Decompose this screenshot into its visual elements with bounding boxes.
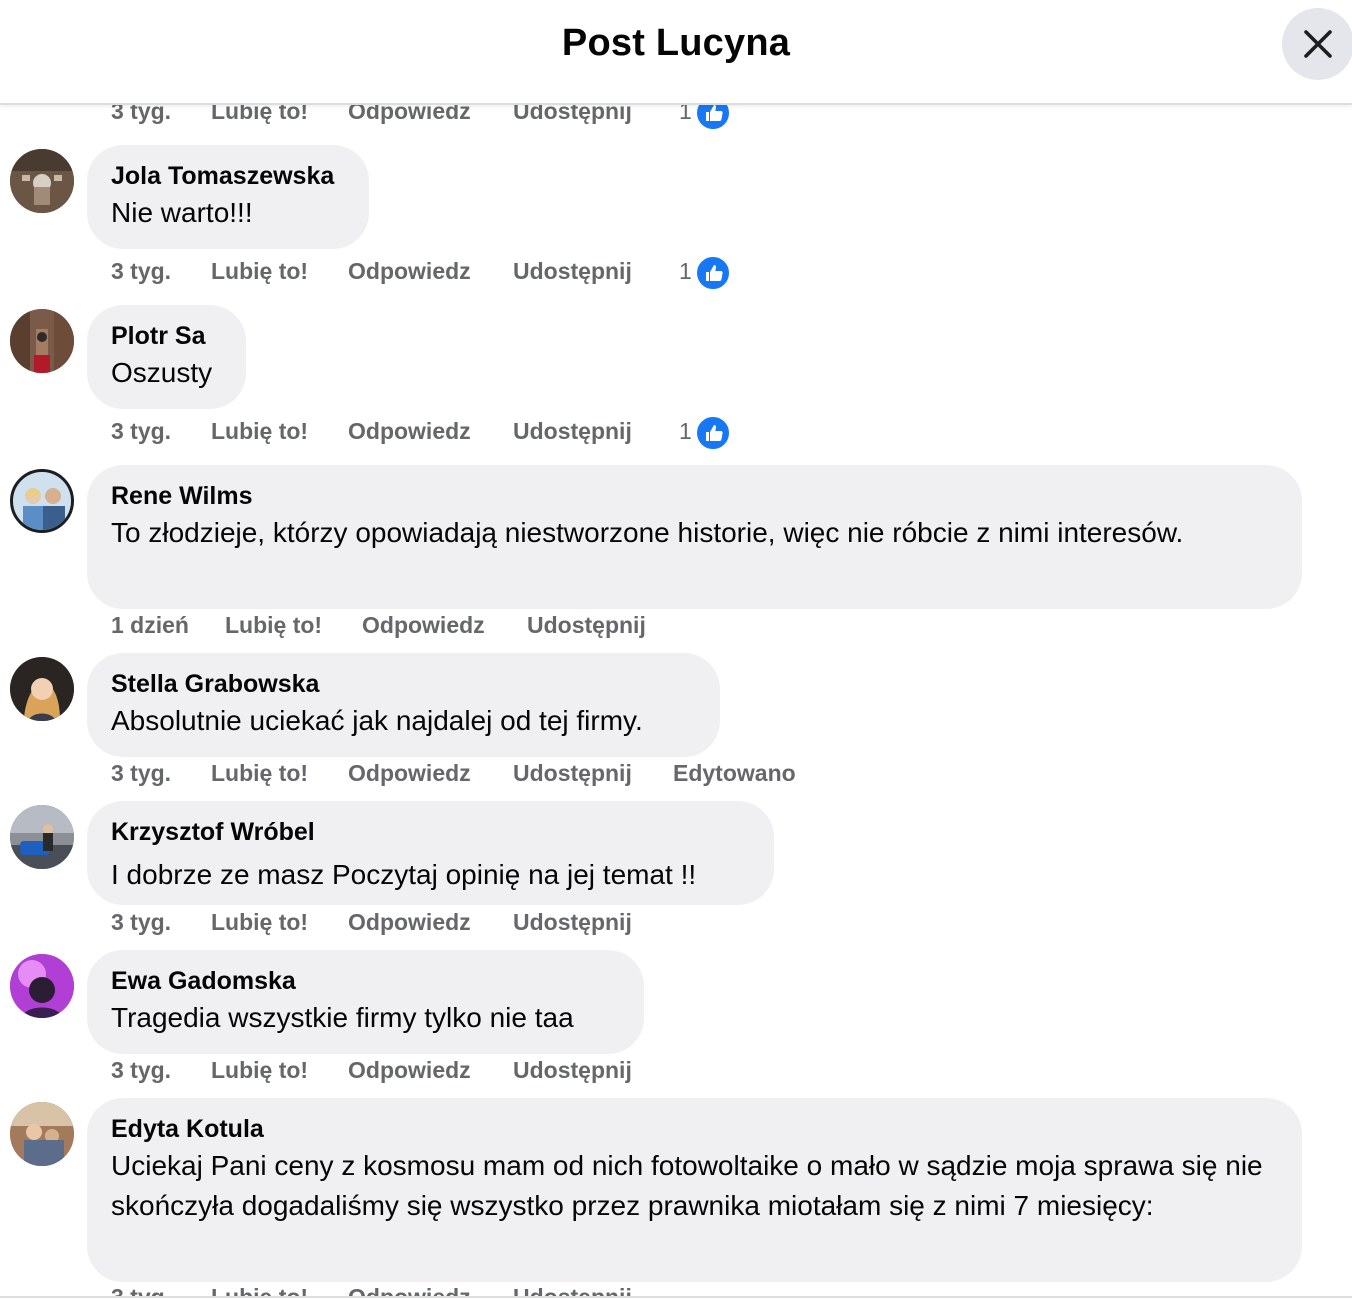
- dialog-header: Post Lucyna: [0, 0, 1352, 105]
- reply-button[interactable]: Odpowiedz: [348, 760, 471, 787]
- reply-button[interactable]: Odpowiedz: [348, 258, 471, 285]
- comment-bubble: Plotr Sa Oszusty: [87, 305, 246, 409]
- reply-button[interactable]: Odpowiedz: [348, 418, 471, 445]
- avatar[interactable]: [10, 1102, 74, 1166]
- comment-bubble: Jola Tomaszewska Nie warto!!!: [87, 145, 369, 249]
- comment-text: Absolutnie uciekać jak najdalej od tej f…: [111, 705, 643, 736]
- like-button[interactable]: Lubię to!: [211, 1057, 308, 1084]
- comment-author[interactable]: Stella Grabowska: [111, 669, 696, 699]
- comment-bubble: Krzysztof Wróbel I dobrze ze masz Poczyt…: [87, 801, 774, 905]
- comment-time[interactable]: 3 tyg.: [111, 909, 171, 936]
- comment-author[interactable]: Krzysztof Wróbel: [111, 817, 750, 847]
- comment-time[interactable]: 1 dzień: [111, 612, 189, 639]
- comment-text: Oszusty: [111, 357, 213, 388]
- comment-author[interactable]: Ewa Gadomska: [111, 966, 620, 996]
- comment-text: Tragedia wszystkie firmy tylko nie taa: [111, 1002, 574, 1033]
- thumbs-up-icon: [695, 415, 731, 451]
- like-button[interactable]: Lubię to!: [211, 258, 308, 285]
- comment-author[interactable]: Edyta Kotula: [111, 1114, 1278, 1144]
- share-button[interactable]: Udostępnij: [513, 760, 632, 787]
- share-button[interactable]: Udostępnij: [513, 418, 632, 445]
- comment-time[interactable]: 3 tyg.: [111, 418, 171, 445]
- comment-time[interactable]: 3 tyg.: [111, 760, 171, 787]
- like-count: 1: [679, 258, 692, 284]
- avatar[interactable]: [10, 149, 74, 213]
- comment-bubble: Rene Wilms To złodzieje, którzy opowiada…: [87, 465, 1302, 609]
- comments-feed: 3 tyg. Lubię to! Odpowiedz Udostępnij 1 …: [0, 0, 1352, 1300]
- like-count: 1: [679, 418, 692, 444]
- bottom-divider: [0, 1296, 1352, 1300]
- comment-text: I dobrze ze masz Poczytaj opinię na jej …: [111, 859, 697, 890]
- share-button[interactable]: Udostępnij: [527, 612, 646, 639]
- comment-time[interactable]: 3 tyg.: [111, 258, 171, 285]
- avatar[interactable]: [10, 805, 74, 869]
- close-icon: [1304, 30, 1332, 58]
- like-button[interactable]: Lubię to!: [225, 612, 322, 639]
- avatar[interactable]: [10, 954, 74, 1018]
- edited-label[interactable]: Edytowano: [673, 760, 796, 787]
- comment-author[interactable]: Jola Tomaszewska: [111, 161, 345, 191]
- thumbs-up-icon: [695, 255, 731, 291]
- like-button[interactable]: Lubię to!: [211, 760, 308, 787]
- comment-bubble: Edyta Kotula Uciekaj Pani ceny z kosmosu…: [87, 1098, 1302, 1282]
- share-button[interactable]: Udostępnij: [513, 909, 632, 936]
- page-title: Post Lucyna: [561, 22, 791, 64]
- avatar[interactable]: [10, 309, 74, 373]
- reply-button[interactable]: Odpowiedz: [348, 1057, 471, 1084]
- comment-text: To złodzieje, którzy opowiadają niestwor…: [111, 517, 1184, 548]
- share-button[interactable]: Udostępnij: [513, 1057, 632, 1084]
- share-button[interactable]: Udostępnij: [513, 258, 632, 285]
- comment-author[interactable]: Rene Wilms: [111, 481, 1278, 511]
- comment-bubble: Ewa Gadomska Tragedia wszystkie firmy ty…: [87, 950, 644, 1054]
- close-button[interactable]: [1282, 8, 1352, 80]
- like-button[interactable]: Lubię to!: [211, 909, 308, 936]
- avatar[interactable]: [10, 469, 74, 533]
- comment-bubble: Stella Grabowska Absolutnie uciekać jak …: [87, 653, 720, 757]
- comment-text: Uciekaj Pani ceny z kosmosu mam od nich …: [111, 1150, 1263, 1221]
- avatar[interactable]: [10, 657, 74, 721]
- reply-button[interactable]: Odpowiedz: [348, 909, 471, 936]
- comment-time[interactable]: 3 tyg.: [111, 1057, 171, 1084]
- comment-text: Nie warto!!!: [111, 197, 253, 228]
- comment-author[interactable]: Plotr Sa: [111, 321, 222, 351]
- like-button[interactable]: Lubię to!: [211, 418, 308, 445]
- reply-button[interactable]: Odpowiedz: [362, 612, 485, 639]
